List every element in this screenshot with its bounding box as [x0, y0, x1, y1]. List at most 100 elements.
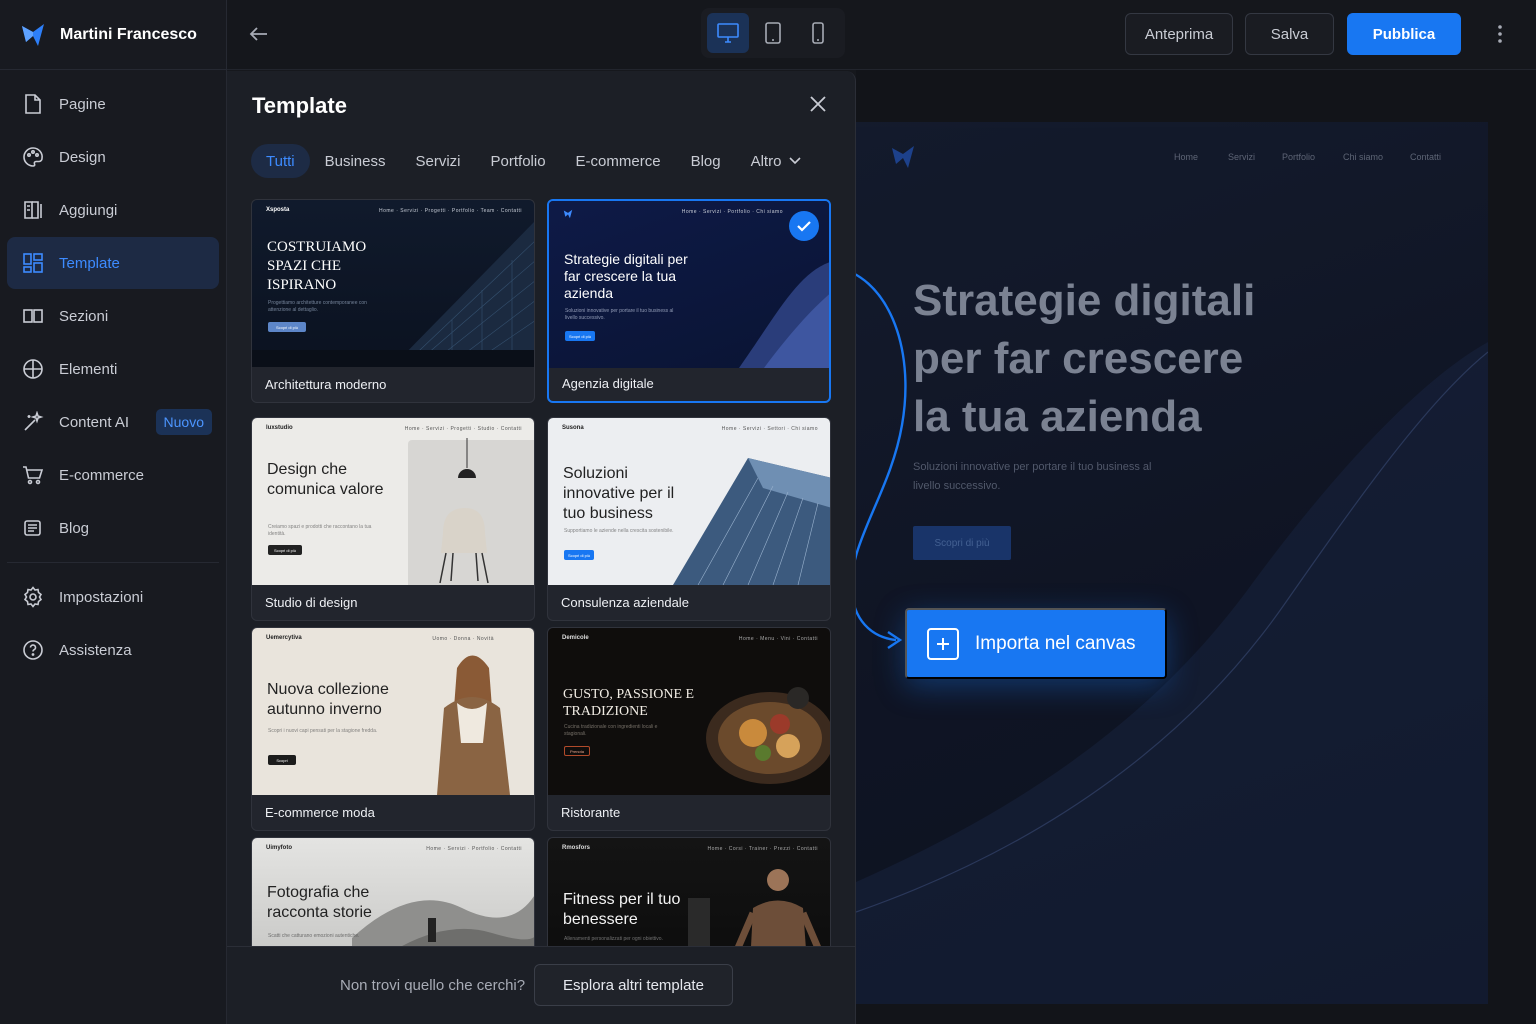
template-headline: Fitness per il tuo benessere: [563, 891, 681, 928]
canvas-area[interactable]: Home Servizi Portfolio Chi siamo Contatt…: [856, 70, 1536, 1024]
template-cta: Scopri di più: [565, 331, 595, 341]
template-logo: Uimyfoto: [266, 845, 292, 851]
template-card-fotografia[interactable]: Uimyfoto Home · Servizi · Portfolio · Co…: [251, 837, 535, 946]
template-subtext: Cucina tradizionale con ingredienti loca…: [564, 724, 658, 737]
preview-nav-contatti: Contatti: [1410, 152, 1442, 162]
sidebar-item-impostazioni[interactable]: Impostazioni: [7, 571, 219, 623]
sidebar-item-label: Pagine: [59, 95, 106, 113]
palette-icon: [21, 145, 45, 169]
sections-icon: [21, 304, 45, 328]
template-card-agenzia-digitale[interactable]: Home · Servizi · Portfolio · Chi siamo S…: [547, 199, 831, 403]
filter-altro-dropdown[interactable]: Altro: [736, 144, 817, 178]
desktop-view-button[interactable]: [706, 13, 749, 53]
filter-ecommerce[interactable]: E-commerce: [561, 144, 676, 178]
mobile-icon: [812, 22, 825, 44]
mobile-view-button[interactable]: [797, 13, 839, 53]
filter-portfolio[interactable]: Portfolio: [476, 144, 561, 178]
footer-hint-text: Non trovi quello che cerchi?: [340, 977, 526, 994]
preview-subtext: Soluzioni innovative per portare il tuo …: [913, 461, 1152, 492]
template-thumbnail: Rmosfors Home · Corsi · Trainer · Prezzi…: [548, 838, 830, 946]
elements-icon: [21, 357, 45, 381]
new-badge: Nuovo: [155, 409, 212, 435]
template-thumbnail: Susona Home · Servizi · Settori · Chi si…: [548, 418, 830, 585]
sidebar-item-label: Impostazioni: [59, 588, 144, 606]
sidebar-item-ecommerce[interactable]: E-commerce: [7, 449, 219, 501]
chevron-down-icon: [789, 157, 802, 165]
preview-nav-home: Home: [1174, 152, 1199, 162]
sidebar-item-label: Design: [59, 148, 106, 166]
template-subtext: Creiamo spazi e prodotti che raccontano …: [268, 524, 372, 537]
sidebar-item-template[interactable]: Template: [7, 237, 219, 289]
selected-check-icon: [789, 211, 819, 241]
template-card-architettura[interactable]: Xsposta Home · Servizi · Progetti · Port…: [251, 199, 535, 403]
desktop-icon: [716, 23, 739, 43]
template-thumbnail: Demicole Home · Menu · Vini · Contatti G…: [548, 628, 830, 795]
sidebar-item-label: Content AI: [59, 413, 130, 431]
sidebar-item-design[interactable]: Design: [7, 131, 219, 183]
template-name: Architettura moderno: [265, 377, 387, 392]
cart-icon: [21, 463, 45, 487]
preview-nav-portfolio: Portfolio: [1282, 152, 1316, 162]
sidebar-item-content-ai[interactable]: Content AI Nuovo: [7, 396, 219, 448]
filter-servizi[interactable]: Servizi: [401, 144, 476, 178]
template-cta: Scopri di più: [268, 322, 306, 332]
template-nav: Home · Servizi · Settori · Chi siamo: [721, 426, 818, 432]
template-thumbnail: Xsposta Home · Servizi · Progetti · Port…: [252, 200, 534, 367]
panel-footer: Non trovi quello che cerchi? Esplora alt…: [227, 946, 855, 1024]
template-card-ristorante[interactable]: Demicole Home · Menu · Vini · Contatti G…: [547, 627, 831, 831]
template-subtext: Scatti che catturano emozioni autentiche…: [268, 933, 360, 939]
template-name: Agenzia digitale: [562, 376, 654, 391]
tablet-view-button[interactable]: [752, 13, 794, 53]
sidebar-item-pagine[interactable]: Pagine: [7, 78, 219, 130]
template-card-studio-design[interactable]: luxstudio Home · Servizi · Progetti · St…: [251, 417, 535, 621]
sidebar-item-assistenza[interactable]: Assistenza: [7, 624, 219, 676]
template-logo-icon: [563, 209, 573, 219]
sparkle-icon: [21, 410, 45, 434]
back-arrow-icon[interactable]: [247, 22, 271, 46]
help-icon: [21, 638, 45, 662]
sidebar-item-elementi[interactable]: Elementi: [7, 343, 219, 395]
template-nav: Home · Menu · Vini · Contatti: [738, 636, 818, 642]
panel-title: Template: [252, 93, 347, 118]
template-filter-tabs: Tutti Business Servizi Portfolio E-comme…: [251, 144, 816, 178]
template-nav: Home · Servizi · Portfolio · Contatti: [426, 846, 522, 852]
preview-nav-servizi: Servizi: [1228, 152, 1256, 162]
account-name: Martini Francesco: [60, 25, 197, 43]
template-cta: Scopri di più: [564, 550, 594, 560]
device-switcher: [701, 8, 845, 58]
template-nav: Home · Servizi · Portfolio · Chi siamo: [681, 209, 783, 215]
template-nav: Home · Corsi · Trainer · Prezzi · Contat…: [707, 846, 818, 852]
preview-headline: Strategie digitali per far crescere la t…: [913, 276, 1256, 441]
preview-nav-chi-siamo: Chi siamo: [1343, 152, 1384, 162]
filter-tutti[interactable]: Tutti: [251, 144, 310, 178]
template-card-consulenza[interactable]: Susona Home · Servizi · Settori · Chi si…: [547, 417, 831, 621]
explore-templates-button[interactable]: Esplora altri template: [534, 964, 733, 1006]
account-header[interactable]: Martini Francesco: [0, 0, 226, 70]
template-card-ecommerce-moda[interactable]: Uemercytiva Uomo · Donna · Novità Nuova …: [251, 627, 535, 831]
publish-button[interactable]: Pubblica: [1347, 13, 1461, 55]
close-icon[interactable]: [809, 95, 827, 113]
chair-lamp-image: [439, 438, 489, 584]
sidebar-item-label: Aggiungi: [59, 201, 118, 219]
template-thumbnail: Uemercytiva Uomo · Donna · Novità Nuova …: [252, 628, 534, 795]
sidebar-item-sezioni[interactable]: Sezioni: [7, 290, 219, 342]
preview-cta-button: Scopri di più: [913, 526, 1011, 560]
template-thumbnail: luxstudio Home · Servizi · Progetti · St…: [252, 418, 534, 585]
template-card-fitness[interactable]: Rmosfors Home · Corsi · Trainer · Prezzi…: [547, 837, 831, 946]
template-grid-icon: [21, 251, 45, 275]
save-button[interactable]: Salva: [1245, 13, 1334, 55]
sidebar-item-label: Assistenza: [59, 641, 132, 659]
template-logo: Uemercytiva: [266, 635, 302, 641]
preview-button[interactable]: Anteprima: [1125, 13, 1233, 55]
sidebar-item-blog[interactable]: Blog: [7, 502, 219, 554]
filter-business[interactable]: Business: [310, 144, 401, 178]
canvas-preview[interactable]: Home Servizi Portfolio Chi siamo Contatt…: [856, 122, 1488, 1004]
more-options-icon[interactable]: [1494, 22, 1506, 46]
import-to-canvas-button[interactable]: Importa nel canvas: [905, 608, 1167, 679]
preview-logo-icon: [892, 146, 914, 168]
import-label: Importa nel canvas: [975, 632, 1136, 654]
template-headline: Nuova collezione autunno inverno: [267, 681, 389, 718]
sidebar-item-aggiungi[interactable]: Aggiungi: [7, 184, 219, 236]
filter-blog[interactable]: Blog: [676, 144, 736, 178]
gear-icon: [21, 585, 45, 609]
